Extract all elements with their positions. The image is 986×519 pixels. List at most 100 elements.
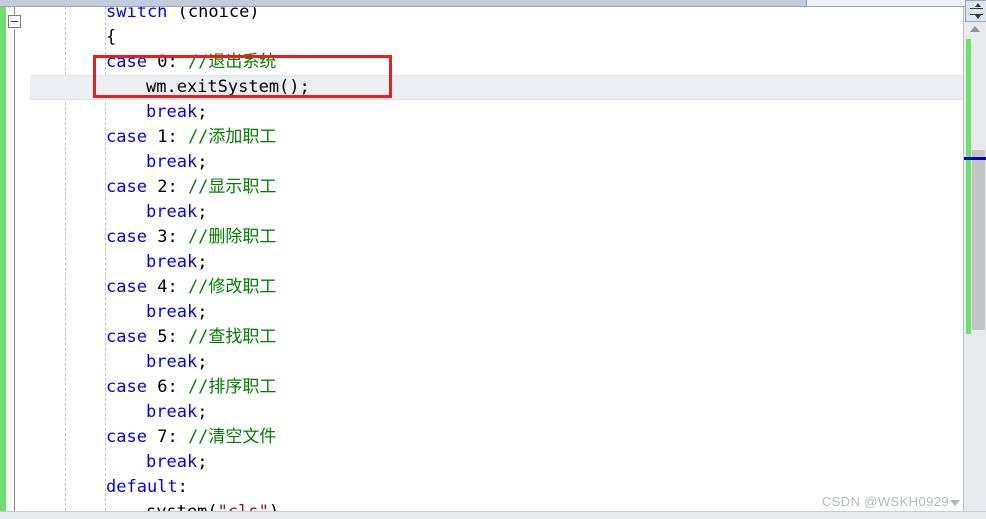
code-token-comment: //添加职工 [187,127,277,147]
code-line[interactable]: { [30,25,963,50]
code-line[interactable]: break; [30,100,963,125]
code-token-plain: ) [269,502,279,511]
code-line[interactable]: case 4: //修改职工 [30,275,963,300]
code-token-num: 4 [157,277,168,297]
code-token-plain: ; [197,152,208,172]
code-token-kw: case [106,127,147,147]
code-token-plain: : [167,177,188,197]
code-line[interactable]: break; [30,400,963,425]
code-token-kw: break [146,202,198,222]
code-token-kw: break [146,352,198,372]
code-token-plain: ; [197,452,208,472]
code-token-num: 1 [157,127,168,147]
code-token-num: 6 [157,377,168,397]
code-line[interactable]: case 7: //清空文件 [30,425,963,450]
code-token-plain: ; [197,302,208,322]
code-line[interactable]: break; [30,250,963,275]
chevron-down-icon [975,15,981,19]
code-token-kw: case [106,227,147,247]
fold-line [14,7,15,15]
code-editor-window: switch (choice){case 0: //退出系统 wm.exitSys… [0,0,986,519]
code-token-num: 0 [157,52,168,72]
code-token-plain: : [167,227,188,247]
code-token-plain: wm.exitSystem(); [146,77,310,97]
code-token-plain: : [167,127,188,147]
code-token-kw: break [146,152,198,172]
code-token-comment: //查找职工 [187,327,277,347]
code-line[interactable]: case 0: //退出系统 [30,50,963,75]
code-line[interactable]: break; [30,300,963,325]
code-line[interactable]: wm.exitSystem(); [30,75,963,100]
code-line[interactable]: break; [30,150,963,175]
code-token-plain: (choice) [167,7,260,22]
code-token-plain: : [167,427,188,447]
code-token-comment: //排序职工 [187,377,277,397]
caret-down-icon [950,499,960,506]
code-token-comment: //清空文件 [187,427,277,447]
code-line[interactable]: case 1: //添加职工 [30,125,963,150]
code-token-num: 7 [157,427,168,447]
code-token-plain: system( [146,502,218,511]
code-token-plain: ; [197,402,208,422]
horizontal-scroll-thumb[interactable] [0,0,806,6]
code-token-plain: : [167,327,188,347]
code-token-plain: : [167,52,188,72]
editor-gutter[interactable] [6,7,30,511]
vertical-scroll-thumb[interactable] [972,150,985,330]
code-line[interactable]: case 3: //删除职工 [30,225,963,250]
code-line[interactable]: case 2: //显示职工 [30,175,963,200]
split-line [970,8,983,9]
code-token-kw: case [106,327,147,347]
code-token-plain: { [106,27,117,47]
code-token-plain: ; [197,202,208,222]
code-token-kw: break [146,102,198,122]
code-token-num: 5 [157,327,168,347]
split-editor-icon[interactable] [965,0,986,22]
scroll-change-marker-track [966,39,971,334]
editor-surface[interactable]: switch (choice){case 0: //退出系统 wm.exitSys… [30,7,963,511]
fold-collapse-icon[interactable] [8,15,21,28]
horizontal-scroll-strip[interactable] [0,0,986,7]
code-line[interactable]: break; [30,450,963,475]
vertical-scrollbar[interactable] [963,0,986,511]
code-token-kw: case [106,377,147,397]
code-token-kw: case [106,177,147,197]
watermark-text: CSDN @WSKH0929 [821,494,949,509]
code-token-plain: : [177,477,188,497]
bottom-status-strip [0,511,986,519]
code-line[interactable]: break; [30,200,963,225]
code-token-kw: break [146,452,198,472]
code-token-str: "cls" [218,502,269,511]
code-token-comment: //显示职工 [187,177,277,197]
code-token-num: 3 [157,227,168,247]
fold-line [14,29,15,511]
code-content[interactable]: switch (choice){case 0: //退出系统 wm.exitSys… [30,7,963,511]
code-token-kw: default [106,477,178,497]
code-token-plain: : [167,377,188,397]
scroll-up-arrow-icon[interactable] [970,26,980,32]
code-line[interactable]: case 5: //查找职工 [30,325,963,350]
code-line[interactable]: switch (choice) [30,7,963,25]
code-token-comment: //删除职工 [187,227,277,247]
code-token-plain: ; [197,252,208,272]
code-token-plain: : [167,277,188,297]
code-token-kw: break [146,402,198,422]
code-token-kw: case [106,427,147,447]
code-token-comment: //修改职工 [187,277,277,297]
code-token-comment: //退出系统 [187,52,277,72]
code-token-num: 2 [157,177,168,197]
code-token-kw: switch [106,7,168,22]
code-line[interactable]: break; [30,350,963,375]
code-token-plain: ; [197,102,208,122]
scroll-tick [806,0,807,6]
code-token-kw: break [146,302,198,322]
scroll-position-marker [964,157,986,160]
code-line[interactable]: case 6: //排序职工 [30,375,963,400]
